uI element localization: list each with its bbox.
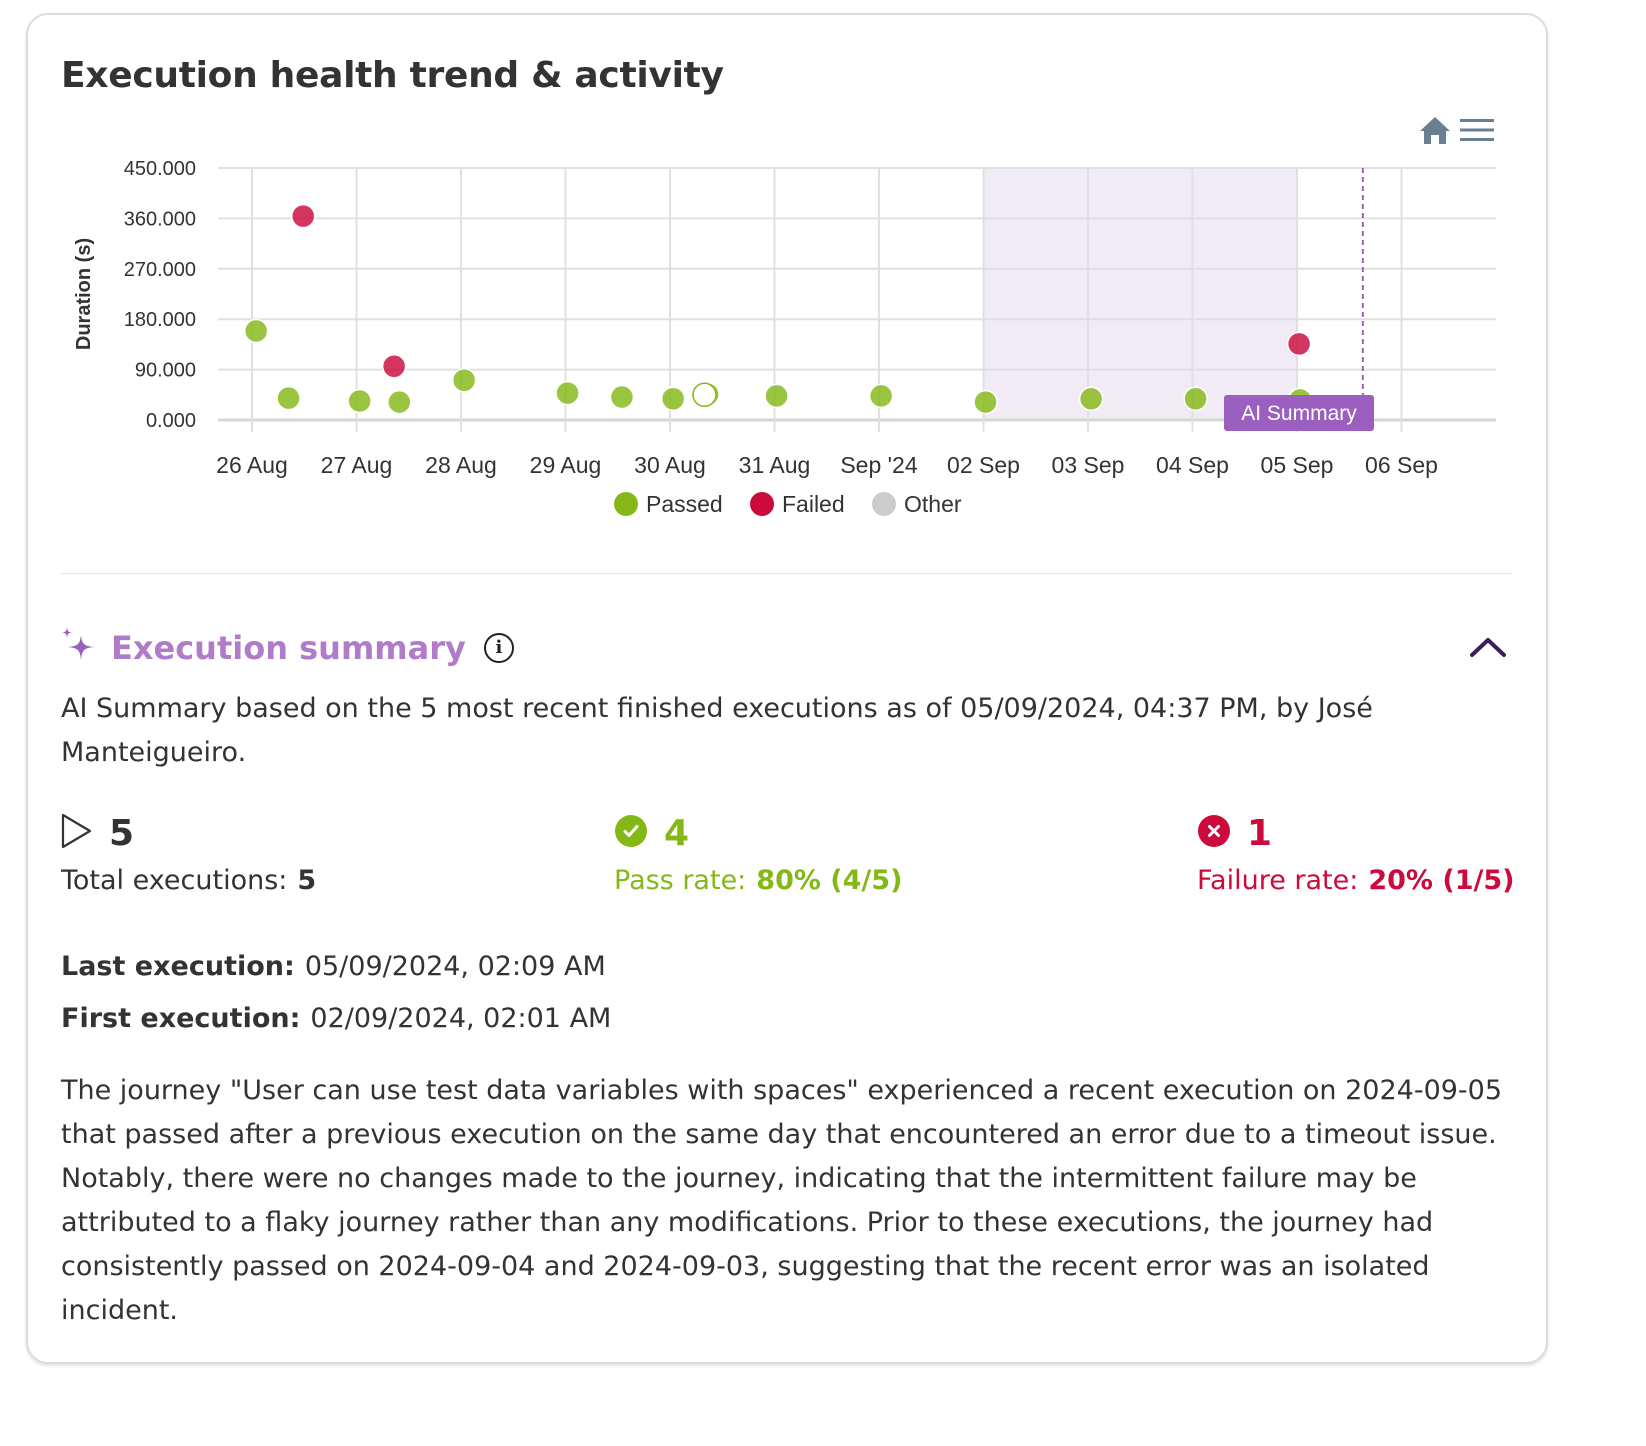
data-point-passed [868,383,894,409]
stat-pass: 4 Pass rate: 80% (4/5) [614,812,903,897]
fail-value: 20% (1/5) [1368,865,1515,896]
x-tick-label: 02 Sep [947,452,1020,478]
x-tick-label: 31 Aug [739,452,811,478]
duration-scatter-chart: 0.000 90.000 180.000 270.000 360.000 450.000 2… [73,158,1496,517]
data-point-passed [347,388,372,414]
total-value: 5 [297,865,317,896]
y-tick-label: 360.000 [124,208,196,230]
data-point-other [692,382,717,408]
summary-title: Execution summary [111,628,466,667]
data-point-failed [1286,331,1312,357]
info-icon[interactable]: i [483,632,514,663]
data-point-failed [290,203,316,229]
pass-value: 80% (4/5) [756,865,903,896]
legend-label-other: Other [904,491,962,517]
last-execution-label: Last execution: [61,951,295,982]
pass-label: Pass rate: [614,865,747,896]
total-count: 5 [109,812,135,854]
y-tick-label: 180.000 [124,309,196,331]
x-tick-label: 06 Sep [1365,452,1438,478]
x-tick-label: 27 Aug [321,452,393,478]
execution-dates: Last execution: 05/09/2024, 02:09 AM Firs… [61,941,611,1045]
first-execution-row: First execution: 02/09/2024, 02:01 AM [61,993,611,1045]
ai-summary-label: AI Summary [1241,402,1357,425]
data-point-passed [555,380,580,406]
section-divider [61,573,1513,574]
x-tick-label: 30 Aug [634,452,706,478]
stat-total: 5 Total executions: 5 [61,812,317,897]
data-point-failed [381,353,407,379]
legend-marker-failed [750,492,774,516]
summary-meta: AI Summary based on the 5 most recent fi… [61,693,1373,768]
pass-count: 4 [664,812,690,854]
x-tick-label: 29 Aug [530,452,602,478]
legend-marker-passed [614,492,638,516]
first-execution-label: First execution: [61,1003,301,1034]
legend-marker-other [872,492,896,516]
execution-health-card: Execution health trend & activity 0.000 9… [26,13,1548,1364]
ai-summary-range-band [983,168,1297,420]
data-point-passed [1078,386,1104,411]
y-tick-label: 450.000 [124,158,196,180]
legend-label-passed: Passed [646,491,723,517]
data-point-passed [973,389,998,415]
total-label: Total executions: [61,865,288,896]
play-icon [61,813,93,854]
data-point-passed [609,384,635,410]
summary-narrative: The journey "User can use test data vari… [61,1075,1503,1326]
first-execution-value: 02/09/2024, 02:01 AM [310,1003,612,1034]
fail-count: 1 [1247,812,1273,854]
y-axis-title: Duration (s) [73,238,95,350]
data-point-passed [1183,386,1208,411]
y-tick-label: 0.000 [146,410,196,432]
data-point-passed [660,386,686,411]
x-tick-label: 26 Aug [216,452,288,478]
data-point-passed [243,318,269,344]
last-execution-value: 05/09/2024, 02:09 AM [304,951,606,982]
collapse-summary-button[interactable] [1466,627,1510,667]
y-tick-label: 270.000 [124,259,196,281]
x-tick-label: 03 Sep [1052,452,1125,478]
x-tick-label: 28 Aug [425,452,497,478]
x-circle-icon [1197,814,1231,853]
x-tick-label: 05 Sep [1261,452,1334,478]
stats-row: 5 Total executions: 5 4 Pass rate: 80% (4/… [61,813,1521,923]
summary-header: Execution summary i [61,627,514,668]
stat-fail: 1 Failure rate: 20% (1/5) [1197,812,1515,897]
x-tick-label: Sep '24 [840,452,917,478]
fail-label: Failure rate: [1197,865,1359,896]
data-point-passed [764,383,789,409]
check-circle-icon [614,814,648,853]
chevron-up-icon [1470,638,1506,657]
legend-label-failed: Failed [782,491,845,517]
last-execution-row: Last execution: 05/09/2024, 02:09 AM [61,941,611,993]
sparkle-icon [61,627,97,668]
x-tick-label: 04 Sep [1156,452,1229,478]
data-point-passed [451,367,477,393]
data-point-passed [276,385,301,411]
y-tick-label: 90.000 [135,360,196,382]
data-point-passed [387,389,412,415]
